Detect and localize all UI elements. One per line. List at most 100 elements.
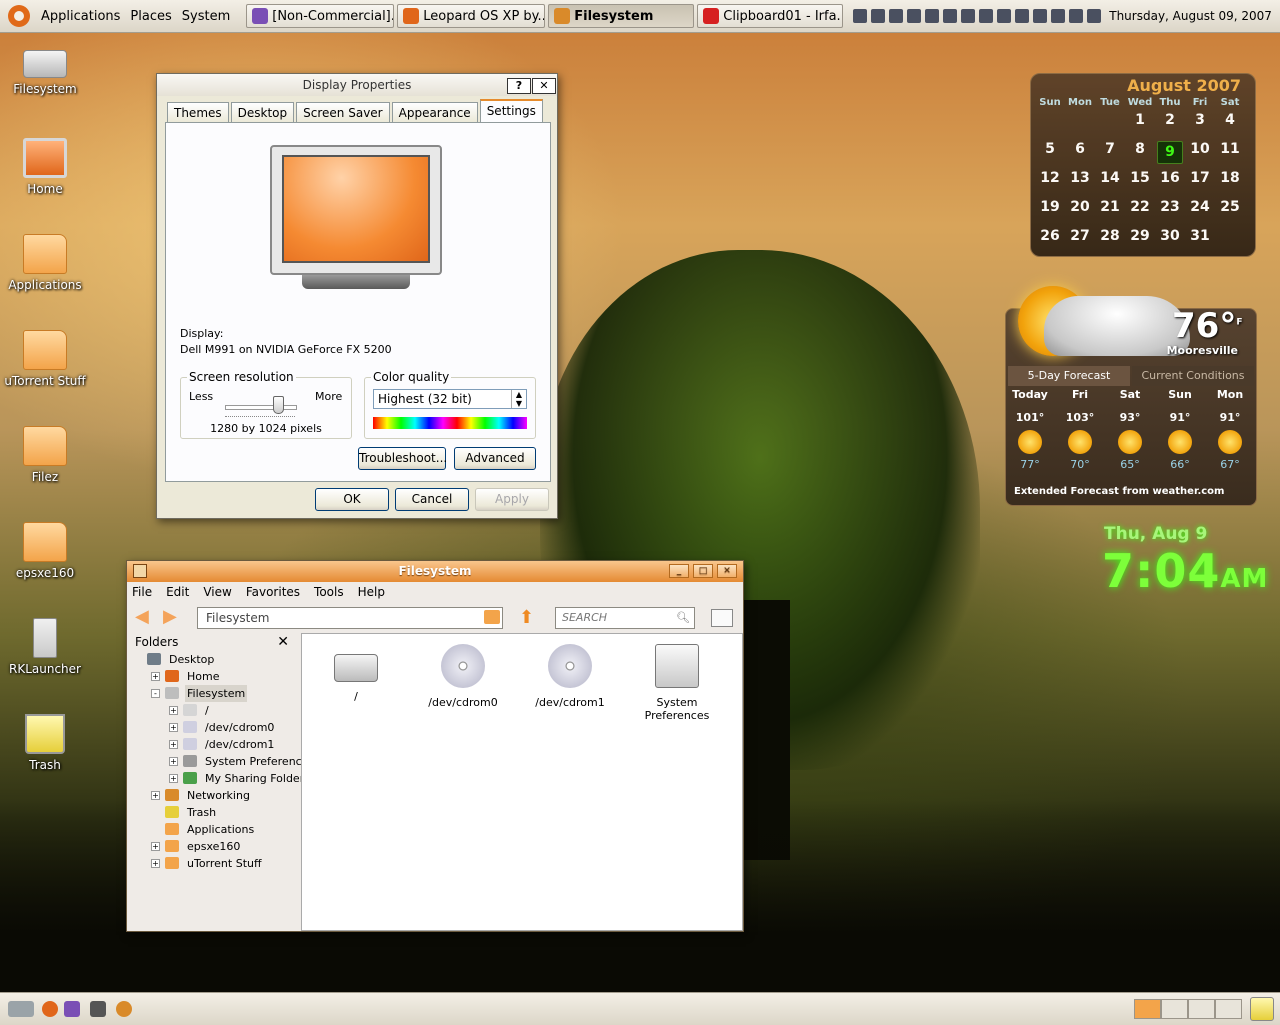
- taskbar-button[interactable]: Filesystem: [548, 4, 695, 28]
- ok-button[interactable]: OK: [315, 488, 389, 511]
- calendar-day[interactable]: 26: [1035, 228, 1065, 244]
- up-arrow-icon[interactable]: ⬆: [519, 607, 534, 628]
- tab-current-conditions[interactable]: Current Conditions: [1132, 366, 1254, 386]
- tray-icon[interactable]: [997, 9, 1012, 23]
- calendar-day[interactable]: 17: [1185, 170, 1215, 186]
- calendar-day[interactable]: 31: [1185, 228, 1215, 244]
- calendar-day[interactable]: 3: [1185, 112, 1215, 128]
- forward-arrow-icon[interactable]: ▶: [163, 608, 181, 626]
- calendar-day[interactable]: 5: [1035, 141, 1065, 157]
- collapse-icon[interactable]: -: [151, 689, 160, 698]
- tray-icon[interactable]: [853, 9, 868, 23]
- panel-clock[interactable]: Thursday, August 09, 2007: [1109, 9, 1272, 23]
- calendar-widget[interactable]: August 2007 Sun Mon Tue Wed Thu Fri Sat 1 2 3 4 5 6 7…: [1030, 73, 1256, 257]
- tab-screen-saver[interactable]: Screen Saver: [296, 102, 390, 122]
- menu-edit[interactable]: Edit: [166, 585, 189, 599]
- desktop-icon[interactable]: Filez: [0, 426, 90, 484]
- tray-icon[interactable]: [979, 9, 994, 23]
- calendar-day[interactable]: 19: [1035, 199, 1065, 215]
- volume-icon[interactable]: [1033, 9, 1048, 23]
- expand-icon[interactable]: +: [169, 723, 178, 732]
- trash-applet-icon[interactable]: [1250, 997, 1274, 1021]
- menu-system[interactable]: System: [177, 9, 235, 24]
- tab-5-day-forecast[interactable]: 5-Day Forecast: [1008, 366, 1130, 386]
- window-menu-icon[interactable]: [133, 564, 147, 578]
- tree-item[interactable]: + uTorrent Stuff: [129, 855, 297, 872]
- advanced-button[interactable]: Advanced: [454, 447, 536, 470]
- spin-arrows-icon[interactable]: ▲ ▼: [511, 390, 526, 408]
- tray-icon[interactable]: [943, 9, 958, 23]
- close-sidebar-icon[interactable]: ✕: [277, 633, 289, 651]
- calendar-day[interactable]: 2: [1155, 112, 1185, 128]
- resolution-slider[interactable]: [272, 396, 284, 414]
- launcher-icon[interactable]: [64, 1001, 80, 1017]
- expand-icon[interactable]: +: [151, 791, 160, 800]
- tab-desktop[interactable]: Desktop: [230, 102, 295, 122]
- calendar-day[interactable]: 12: [1035, 170, 1065, 186]
- expand-icon[interactable]: +: [151, 842, 160, 851]
- tray-icon[interactable]: [1015, 9, 1030, 23]
- firefox-icon[interactable]: [42, 1001, 58, 1017]
- view-toggle-button[interactable]: [711, 609, 733, 627]
- expand-icon[interactable]: +: [169, 740, 178, 749]
- settings-icon[interactable]: [116, 1001, 132, 1017]
- calendar-day[interactable]: 24: [1185, 199, 1215, 215]
- terminal-icon[interactable]: [90, 1001, 106, 1017]
- menu-tools[interactable]: Tools: [314, 585, 344, 599]
- expand-icon[interactable]: +: [169, 774, 178, 783]
- calendar-day[interactable]: 8: [1125, 141, 1155, 157]
- menu-view[interactable]: View: [203, 585, 231, 599]
- location-bar[interactable]: Filesystem: [197, 607, 503, 629]
- maximize-button[interactable]: □: [693, 564, 713, 578]
- tray-icon[interactable]: [889, 9, 904, 23]
- calendar-day[interactable]: 21: [1095, 199, 1125, 215]
- search-input[interactable]: SEARCH 🔍︎: [555, 607, 695, 629]
- tray-icon[interactable]: [871, 9, 886, 23]
- tree-item[interactable]: + epsxe160: [129, 838, 297, 855]
- search-icon[interactable]: 🔍︎: [676, 608, 690, 628]
- tree-item[interactable]: + My Sharing Folders: [129, 770, 310, 787]
- calendar-day[interactable]: 11: [1215, 141, 1245, 157]
- calendar-day[interactable]: 27: [1065, 228, 1095, 244]
- folder-icon[interactable]: [484, 610, 500, 624]
- calendar-day[interactable]: 7: [1095, 141, 1125, 157]
- tree-item[interactable]: Applications: [129, 821, 297, 838]
- tree-item[interactable]: + /dev/cdrom1: [129, 736, 297, 753]
- calendar-day[interactable]: 14: [1095, 170, 1125, 186]
- workspace-1[interactable]: [1134, 999, 1161, 1019]
- apply-button[interactable]: Apply: [475, 488, 549, 511]
- menu-favorites[interactable]: Favorites: [246, 585, 300, 599]
- file-item[interactable]: /dev/cdrom1: [518, 644, 622, 709]
- minimize-button[interactable]: _: [669, 564, 689, 578]
- calendar-day[interactable]: 23: [1155, 199, 1185, 215]
- calendar-day[interactable]: 15: [1125, 170, 1155, 186]
- menu-places[interactable]: Places: [125, 9, 176, 24]
- expand-icon[interactable]: +: [169, 706, 178, 715]
- tree-item[interactable]: Desktop: [129, 651, 297, 668]
- tab-themes[interactable]: Themes: [167, 102, 229, 122]
- calendar-day[interactable]: 22: [1125, 199, 1155, 215]
- tree-item[interactable]: + /: [129, 702, 297, 719]
- tray-icon[interactable]: [1051, 9, 1066, 23]
- calendar-day[interactable]: 20: [1065, 199, 1095, 215]
- calendar-day[interactable]: 4: [1215, 112, 1245, 128]
- calendar-day[interactable]: 1: [1125, 112, 1155, 128]
- tab-appearance[interactable]: Appearance: [391, 102, 478, 122]
- calendar-day[interactable]: 18: [1215, 170, 1245, 186]
- tree-item[interactable]: + Home: [129, 668, 297, 685]
- file-item[interactable]: System Preferences: [625, 644, 729, 722]
- workspace-4[interactable]: [1215, 999, 1242, 1019]
- tray-icon[interactable]: [907, 9, 922, 23]
- file-item[interactable]: /: [304, 644, 408, 703]
- calendar-day[interactable]: 28: [1095, 228, 1125, 244]
- calendar-day[interactable]: 13: [1065, 170, 1095, 186]
- color-quality-select[interactable]: Highest (32 bit) ▲ ▼: [373, 389, 527, 409]
- calendar-day[interactable]: 10: [1185, 141, 1215, 157]
- expand-icon[interactable]: +: [169, 757, 178, 766]
- taskbar-button[interactable]: Leopard OS XP by...: [397, 4, 546, 28]
- calendar-day[interactable]: 29: [1125, 228, 1155, 244]
- show-desktop-icon[interactable]: [8, 1001, 34, 1017]
- workspace-3[interactable]: [1188, 999, 1215, 1019]
- expand-icon[interactable]: +: [151, 672, 160, 681]
- tray-icon[interactable]: [925, 9, 940, 23]
